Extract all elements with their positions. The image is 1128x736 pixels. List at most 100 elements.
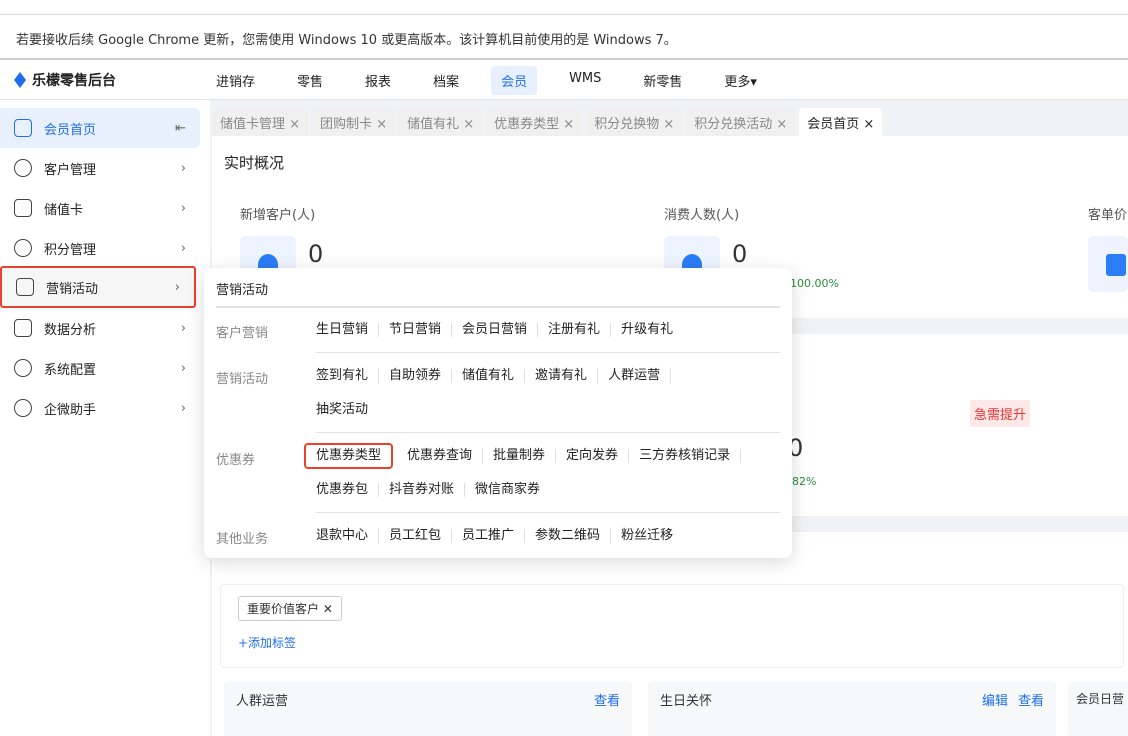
sidebar-item-settings[interactable]: 系统配置 › — [0, 348, 200, 388]
sidebar-item-analytics[interactable]: 数据分析 › — [0, 308, 200, 348]
panel-crowd: 人群运营 查看 — [224, 682, 632, 736]
tags-box — [220, 584, 1124, 668]
sidebar-item-customers[interactable]: 客户管理 › — [0, 148, 200, 188]
menu-coupon-query[interactable]: 优惠券查询 — [397, 449, 484, 463]
tab-coupon-type[interactable]: 优惠券类型 × — [486, 108, 583, 136]
category-customer-marketing: 客户营销 — [216, 326, 269, 341]
view-link[interactable]: 查看 — [1018, 690, 1044, 709]
nav-retail[interactable]: 零售 — [287, 66, 333, 95]
tab-member-home[interactable]: 会员首页 × — [799, 108, 883, 136]
menu-row: 优惠券类型 优惠券查询 批量制券 定向发券 三方券核销记录 — [304, 443, 742, 469]
menu-checkin-gift[interactable]: 签到有礼 — [316, 369, 380, 383]
chat-icon — [14, 399, 32, 417]
nav-wms[interactable]: WMS — [559, 66, 611, 95]
urgent-badge: 急需提升 — [970, 400, 1031, 427]
sidebar-item-member-home[interactable]: 会员首页 ⇤ — [0, 108, 200, 148]
menu-lottery[interactable]: 抽奖活动 — [316, 403, 378, 417]
menu-coupon-pack[interactable]: 优惠券包 — [316, 483, 380, 497]
new-customers-value: 0 — [308, 240, 324, 268]
add-tag-link[interactable]: +添加标签 — [238, 634, 296, 651]
chevron-right-icon: › — [180, 240, 186, 256]
menu-crowd-ops[interactable]: 人群运营 — [598, 369, 672, 383]
menu-holiday-marketing[interactable]: 节日营销 — [379, 323, 453, 337]
sidebar: 会员首页 ⇤ 客户管理 › 储值卡 › 积分管理 › 营销活动 › 数据分析 › 系统配置 ›… — [0, 100, 210, 736]
page-tabs: 储值卡管理 × 团购制卡 × 储值有礼 × 优惠券类型 × 积分兑换物 × 积分… — [212, 108, 883, 136]
menu-row: 退款中心 员工红包 员工推广 参数二维码 粉丝迁移 — [316, 529, 683, 543]
chevron-right-icon: › — [180, 200, 186, 216]
sidebar-item-stored-card[interactable]: 储值卡 › — [0, 188, 200, 228]
chevron-right-icon: › — [174, 279, 180, 295]
category-coupon: 优惠券 — [216, 453, 256, 468]
home-icon — [14, 119, 32, 137]
unit-price-label: 客单价 — [1088, 208, 1128, 223]
card-icon — [14, 199, 32, 217]
category-marketing-activity: 营销活动 — [216, 372, 269, 387]
top-header: 乐檬零售后台 进销存 零售 报表 档案 会员 WMS 新零售 更多▾ — [0, 60, 1128, 100]
edit-link[interactable]: 编辑 — [982, 690, 1008, 709]
tab-points-goods[interactable]: 积分兑换物 × — [586, 108, 683, 136]
tab-group-card[interactable]: 团购制卡 × — [312, 108, 396, 136]
tag-important-customer[interactable]: 重要价值客户 ✕ — [238, 596, 342, 621]
menu-row: 优惠券包 抖音券对账 微信商家券 — [316, 483, 550, 497]
menu-staff-promotion[interactable]: 员工推广 — [452, 529, 526, 543]
menu-self-coupon[interactable]: 自助领券 — [379, 369, 453, 383]
consumers-value: 0 — [732, 240, 748, 268]
menu-targeted-coupon[interactable]: 定向发券 — [556, 449, 630, 463]
menu-third-party-coupon-log[interactable]: 三方券核销记录 — [629, 449, 742, 463]
tab-stored-gift[interactable]: 储值有礼 × — [399, 108, 483, 136]
monitor-icon — [16, 278, 34, 296]
tab-points-activity[interactable]: 积分兑换活动 × — [686, 108, 796, 136]
panel-member-day: 会员日营 — [1068, 682, 1128, 736]
menu-register-gift[interactable]: 注册有礼 — [538, 323, 612, 337]
menu-batch-coupon[interactable]: 批量制券 — [483, 449, 557, 463]
tab-stored-card-mgmt[interactable]: 储值卡管理 × — [212, 108, 309, 136]
menu-invite-gift[interactable]: 邀请有礼 — [525, 369, 599, 383]
nav-more[interactable]: 更多▾ — [714, 66, 767, 95]
view-link[interactable]: 查看 — [594, 690, 620, 709]
flyout-title: 营销活动 — [216, 283, 269, 298]
menu-param-qrcode[interactable]: 参数二维码 — [525, 529, 612, 543]
menu-douyin-reconcile[interactable]: 抖音券对账 — [379, 483, 466, 497]
chevron-right-icon: › — [180, 400, 186, 416]
menu-wechat-coupon[interactable]: 微信商家券 — [465, 483, 550, 497]
chevron-right-icon: › — [180, 320, 186, 336]
chrome-update-banner: 若要接收后续 Google Chrome 更新，您需使用 Windows 10 … — [0, 15, 1128, 60]
receipt-icon — [1088, 236, 1128, 292]
logo-icon — [14, 72, 26, 88]
suggestion-card: 重要价值客户 ✕ +添加标签 人群运营 查看 生日关怀 编辑 查看 会员日营 — [212, 532, 1128, 736]
nav-report[interactable]: 报表 — [355, 66, 401, 95]
menu-member-day[interactable]: 会员日营销 — [452, 323, 539, 337]
new-customers-label: 新增客户(人) — [240, 208, 316, 223]
menu-stored-gift[interactable]: 储值有礼 — [452, 369, 526, 383]
menu-row: 抽奖活动 — [316, 403, 378, 417]
chevron-right-icon: › — [180, 360, 186, 376]
menu-row: 签到有礼 自助领券 储值有礼 邀请有礼 人群运营 — [316, 369, 672, 383]
nav-member[interactable]: 会员 — [491, 66, 538, 95]
chevron-right-icon: › — [180, 160, 186, 176]
sidebar-item-wecom[interactable]: 企微助手 › — [0, 388, 200, 428]
menu-staff-redpacket[interactable]: 员工红包 — [379, 529, 453, 543]
nav-jxc[interactable]: 进销存 — [206, 66, 265, 95]
menu-refund-center[interactable]: 退款中心 — [316, 529, 380, 543]
database-icon — [14, 239, 32, 257]
user-icon — [14, 159, 32, 177]
category-other: 其他业务 — [216, 532, 269, 547]
chart-icon — [14, 319, 32, 337]
panel-birthday: 生日关怀 编辑 查看 — [648, 682, 1056, 736]
top-nav: 进销存 零售 报表 档案 会员 WMS 新零售 更多▾ — [206, 66, 789, 95]
bookmarks-bar — [0, 0, 1128, 15]
menu-upgrade-gift[interactable]: 升级有礼 — [611, 323, 683, 337]
logo[interactable]: 乐檬零售后台 — [14, 70, 116, 90]
collapse-icon[interactable]: ⇤ — [175, 121, 186, 136]
sidebar-item-marketing[interactable]: 营销活动 › — [0, 266, 196, 308]
score-change: 82% — [792, 475, 817, 488]
menu-fans-migration[interactable]: 粉丝迁移 — [611, 529, 683, 543]
menu-birthday-marketing[interactable]: 生日营销 — [316, 323, 380, 337]
sidebar-item-points[interactable]: 积分管理 › — [0, 228, 200, 268]
menu-coupon-type[interactable]: 优惠券类型 — [304, 443, 394, 469]
menu-row: 生日营销 节日营销 会员日营销 注册有礼 升级有礼 — [316, 323, 683, 337]
gear-icon — [14, 359, 32, 377]
overview-title: 实时概况 — [224, 154, 285, 172]
nav-new-retail[interactable]: 新零售 — [633, 66, 692, 95]
nav-archive[interactable]: 档案 — [423, 66, 469, 95]
